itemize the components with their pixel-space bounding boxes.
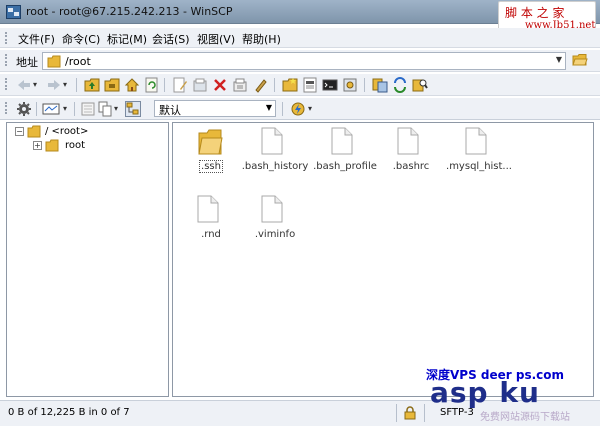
file-item[interactable]: .bash_profile <box>307 127 383 187</box>
refresh-icon[interactable] <box>144 77 160 93</box>
address-label: 地址 <box>16 56 38 69</box>
chevron-down-icon[interactable]: ▼ <box>556 55 562 64</box>
file-icon <box>397 127 419 158</box>
file-icon <box>465 127 487 158</box>
back-icon[interactable] <box>16 77 32 93</box>
file-icon <box>197 195 219 226</box>
file-icon <box>261 127 283 158</box>
directory-tree[interactable]: − / <root> + root <box>6 122 169 397</box>
file-item[interactable]: .bashrc <box>373 127 449 187</box>
delete-icon[interactable] <box>212 77 228 93</box>
winscp-icon <box>6 5 21 19</box>
find-icon[interactable] <box>412 77 428 93</box>
root-dir-icon[interactable] <box>104 77 120 93</box>
menu-view[interactable]: 视图(V) <box>197 31 235 47</box>
file-list[interactable]: .ssh .bash_history .bash_profile .bashrc… <box>172 122 594 397</box>
file-item[interactable]: .bash_history <box>237 127 313 187</box>
forward-icon[interactable] <box>46 77 62 93</box>
brand-watermark-logo: asp ku <box>430 376 540 409</box>
file-name: .viminfo <box>254 229 296 240</box>
tree-item-label: / <root> <box>45 126 89 137</box>
open-folder-icon[interactable] <box>572 54 588 70</box>
chevron-down-icon[interactable]: ▾ <box>63 80 67 89</box>
separator <box>74 102 75 116</box>
rename-icon[interactable] <box>252 77 268 93</box>
chevron-down-icon[interactable]: ▾ <box>33 80 37 89</box>
tree-item-label: root <box>65 140 86 151</box>
preferences-icon[interactable] <box>342 77 358 93</box>
folder-icon <box>47 55 61 71</box>
tree-item-root[interactable]: − / <root> <box>13 125 163 139</box>
sort-icon[interactable] <box>97 101 113 117</box>
toolbar-grip[interactable] <box>5 102 7 114</box>
transfer-settings-select[interactable]: 默认 ▼ <box>154 100 276 117</box>
synchronize-icon[interactable] <box>372 77 388 93</box>
add-bookmark-icon[interactable] <box>302 77 318 93</box>
tree-item-root-dir[interactable]: + root <box>13 139 163 153</box>
collapse-icon[interactable]: − <box>15 127 24 136</box>
window-title: root - root@67.215.242.213 - WinSCP <box>26 5 233 18</box>
lock-icon[interactable] <box>404 406 416 423</box>
toolbar-grip[interactable] <box>5 32 7 44</box>
title-bar: root - root@67.215.242.213 - WinSCP 脚 本 … <box>0 0 600 35</box>
menu-mark[interactable]: 标记(M) <box>107 31 147 47</box>
file-item[interactable]: .mysql_hist... <box>441 127 517 187</box>
file-name: .bash_profile <box>313 161 377 172</box>
separator <box>364 78 365 92</box>
file-name: .bash_history <box>241 161 309 172</box>
separator <box>424 404 425 422</box>
menu-commands[interactable]: 命令(C) <box>62 31 100 47</box>
terminal-icon[interactable] <box>322 77 338 93</box>
separator <box>282 102 283 116</box>
brand-watermark-sub: 免费网站源码下载站 <box>480 412 570 423</box>
edit-icon[interactable] <box>172 77 188 93</box>
chevron-down-icon[interactable]: ▼ <box>266 103 272 112</box>
expand-icon[interactable]: + <box>33 141 42 150</box>
properties-icon[interactable] <box>232 77 248 93</box>
separator <box>36 102 37 116</box>
transfer-settings-value: 默认 <box>159 104 181 117</box>
parent-dir-icon[interactable] <box>84 77 100 93</box>
file-icon <box>261 195 283 226</box>
secondary-toolbar: ▾ ▾ 默认 ▼ ▾ <box>0 98 600 120</box>
menu-session[interactable]: 会话(S) <box>152 31 190 47</box>
transfer-icon[interactable] <box>290 101 306 117</box>
open-icon[interactable] <box>192 77 208 93</box>
view-icon[interactable] <box>42 101 60 117</box>
watermark-line1: 脚 本 之 家 <box>505 6 565 20</box>
address-input[interactable]: /root ▼ <box>42 52 566 70</box>
address-value: /root <box>65 55 91 68</box>
compare-icon[interactable] <box>392 77 408 93</box>
create-dir-icon[interactable] <box>282 77 298 93</box>
file-name: .bashrc <box>392 161 430 172</box>
separator <box>274 78 275 92</box>
menu-bar: 文件(F) 命令(C) 标记(M) 会话(S) 视图(V) 帮助(H) <box>0 28 600 48</box>
gear-icon[interactable] <box>16 101 32 117</box>
file-item[interactable]: .viminfo <box>237 195 313 255</box>
separator <box>76 78 77 92</box>
file-name: .mysql_hist... <box>446 161 512 172</box>
address-bar: 地址 /root ▼ <box>0 50 600 72</box>
toolbar-grip[interactable] <box>5 78 7 90</box>
chevron-down-icon[interactable]: ▾ <box>308 104 312 113</box>
file-icon <box>331 127 353 158</box>
separator <box>396 404 397 422</box>
tree-icon[interactable] <box>125 101 141 117</box>
menu-help[interactable]: 帮助(H) <box>242 31 281 47</box>
folder-icon <box>197 127 223 160</box>
main-toolbar: ▾ ▾ <box>0 74 600 96</box>
menu-file[interactable]: 文件(F) <box>18 31 55 47</box>
toolbar-grip[interactable] <box>5 54 7 66</box>
home-icon[interactable] <box>124 77 140 93</box>
separator <box>164 78 165 92</box>
chevron-down-icon[interactable]: ▾ <box>114 104 118 113</box>
filter-icon[interactable] <box>80 101 96 117</box>
selection-status: 0 B of 12,225 B in 0 of 7 <box>8 407 130 418</box>
folder-icon <box>45 139 59 155</box>
chevron-down-icon[interactable]: ▾ <box>63 104 67 113</box>
